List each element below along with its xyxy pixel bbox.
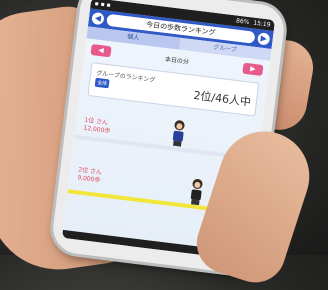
next-day-button[interactable]: ▶ bbox=[242, 62, 264, 77]
battery-level: 86% bbox=[235, 17, 250, 27]
runner-2-label: 2位 さん 9,000歩 bbox=[76, 166, 102, 185]
notification-icons: ▪ ▪ ▪ bbox=[94, 0, 112, 10]
runner-1-label: 1位 さん 12,000歩 bbox=[83, 117, 112, 136]
rank-scope-badge: 全体 bbox=[94, 77, 110, 89]
runner-2-avatar bbox=[187, 178, 206, 206]
forward-arrow-icon[interactable]: ▶ bbox=[256, 32, 271, 46]
back-arrow-icon[interactable]: ◀ bbox=[91, 11, 105, 26]
clock: 15:19 bbox=[252, 19, 271, 29]
date-label: 本日の分 bbox=[164, 56, 190, 66]
prev-day-button[interactable]: ◀ bbox=[90, 44, 112, 58]
runner-1-avatar bbox=[169, 119, 188, 147]
runner-2-steps: 9,000歩 bbox=[76, 174, 101, 185]
